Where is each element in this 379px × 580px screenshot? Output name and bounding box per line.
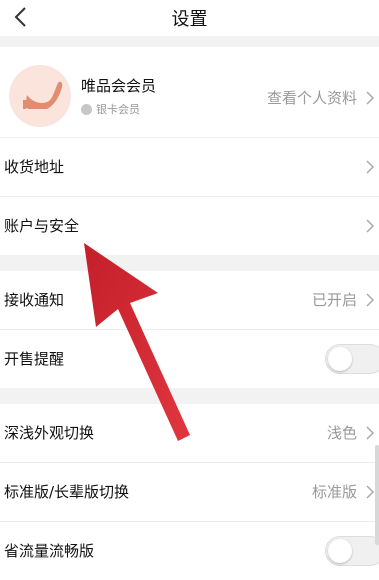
chevron-right-icon — [366, 293, 375, 307]
silver-badge-icon — [81, 103, 92, 115]
data-saver-label: 省流量流畅版 — [4, 542, 95, 560]
member-level: 银卡会员 — [81, 101, 140, 117]
chevron-right-icon — [366, 91, 375, 105]
presale-reminder-label: 开售提醒 — [4, 350, 65, 368]
member-name: 唯品会会员 — [81, 77, 157, 95]
chevron-right-icon — [366, 426, 375, 440]
high-heel-shoe-icon — [23, 81, 63, 109]
page-title: 设置 — [171, 9, 208, 30]
data-saver-row: 省流量流畅版 — [0, 522, 379, 580]
theme-switch-label: 深浅外观切换 — [4, 424, 95, 442]
notification-label: 接收通知 — [4, 291, 65, 309]
member-level-label: 银卡会员 — [96, 103, 140, 116]
notification-row[interactable]: 接收通知 已开启 — [0, 271, 379, 329]
address-row[interactable]: 收货地址 — [0, 138, 379, 196]
theme-switch-row[interactable]: 深浅外观切换 浅色 — [0, 404, 379, 462]
scrollbar[interactable] — [375, 445, 379, 545]
theme-value: 浅色 — [326, 424, 357, 442]
notification-status: 已开启 — [311, 291, 357, 309]
address-label: 收货地址 — [4, 158, 65, 176]
elder-mode-value: 标准版 — [311, 483, 357, 501]
elder-mode-row[interactable]: 标准版/长辈版切换 标准版 — [0, 463, 379, 521]
data-saver-toggle[interactable] — [325, 536, 379, 566]
avatar[interactable] — [9, 65, 71, 127]
chevron-right-icon — [366, 485, 375, 499]
toggle-knob — [328, 347, 352, 371]
presale-reminder-row: 开售提醒 — [0, 330, 379, 388]
account-security-row[interactable]: 账户与安全 — [0, 197, 379, 255]
top-bar: 设置 — [0, 0, 379, 36]
chevron-right-icon — [366, 219, 375, 233]
account-security-label: 账户与安全 — [4, 217, 80, 235]
elder-mode-label: 标准版/长辈版切换 — [4, 483, 130, 501]
toggle-knob — [328, 539, 352, 563]
view-profile-link[interactable]: 查看个人资料 — [267, 87, 357, 108]
chevron-right-icon — [366, 160, 375, 174]
presale-reminder-toggle[interactable] — [325, 344, 379, 374]
